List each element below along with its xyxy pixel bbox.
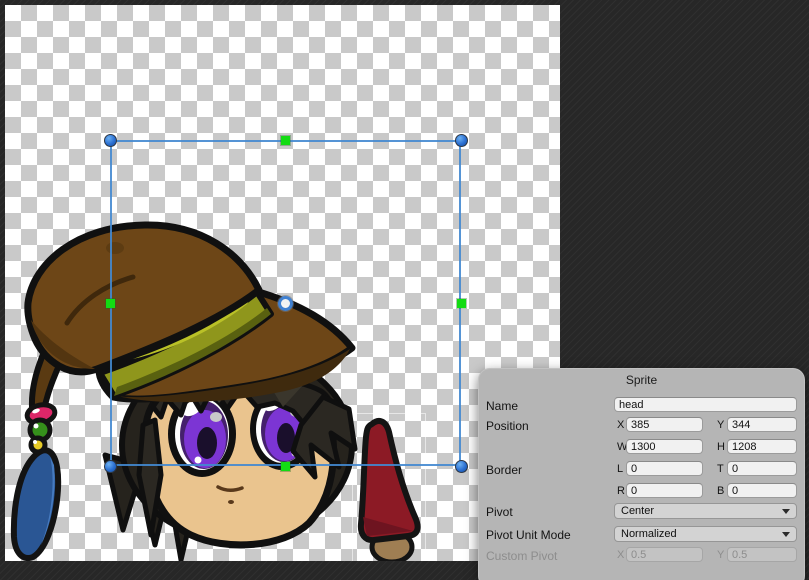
pivot-label: Pivot <box>486 505 513 519</box>
pivot-dropdown[interactable]: Center <box>614 503 797 519</box>
border-r-input[interactable] <box>626 483 703 498</box>
pivot-unit-mode-dropdown[interactable]: Normalized <box>614 526 797 542</box>
position-label: Position <box>486 419 529 433</box>
custom-pivot-x-prefix: X <box>617 549 624 561</box>
name-input[interactable] <box>614 397 797 412</box>
selection-handle-top-left[interactable] <box>104 134 117 147</box>
custom-pivot-y-prefix: Y <box>717 549 724 561</box>
panel-title: Sprite <box>478 373 805 387</box>
border-t-input[interactable] <box>727 461 797 476</box>
sprite-editor-canvas[interactable] <box>5 5 560 561</box>
border-b-prefix: B <box>717 485 724 497</box>
border-row-lt: Border L T <box>478 461 805 478</box>
dropdown-arrow-icon <box>782 532 790 537</box>
position-x-prefix: X <box>617 419 624 431</box>
pivot-dropdown-value: Center <box>621 505 654 517</box>
border-l-prefix: L <box>617 463 623 475</box>
pivot-unit-mode-dropdown-value: Normalized <box>621 528 677 540</box>
unity-sprite-editor-window: { "canvas": { "description": "sprite atl… <box>0 0 809 580</box>
custom-pivot-x-input <box>626 547 703 562</box>
sprite-panel: Sprite Name Position X Y W H Border L T … <box>478 368 805 580</box>
selection-handle-left-mid[interactable] <box>106 299 115 308</box>
border-r-prefix: R <box>617 485 625 497</box>
selection-handle-bottom-mid[interactable] <box>281 462 290 471</box>
selection-handle-bottom-left[interactable] <box>104 460 117 473</box>
name-label: Name <box>486 399 518 413</box>
dropdown-arrow-icon <box>782 509 790 514</box>
position-w-input[interactable] <box>626 439 703 454</box>
position-h-input[interactable] <box>727 439 797 454</box>
pivot-handle[interactable] <box>278 296 293 311</box>
selection-handle-top-right[interactable] <box>455 134 468 147</box>
position-y-input[interactable] <box>727 417 797 432</box>
feather-and-beads <box>14 402 58 558</box>
border-t-prefix: T <box>717 463 724 475</box>
selection-handle-top-mid[interactable] <box>281 136 290 145</box>
border-l-input[interactable] <box>626 461 703 476</box>
position-row-wh: W H <box>478 439 805 456</box>
custom-pivot-label: Custom Pivot <box>486 549 557 563</box>
position-row-xy: Position X Y <box>478 417 805 434</box>
selection-handle-right-mid[interactable] <box>457 299 466 308</box>
position-x-input[interactable] <box>626 417 703 432</box>
custom-pivot-row: Custom Pivot X Y <box>478 547 805 564</box>
position-y-prefix: Y <box>717 419 724 431</box>
custom-pivot-y-input <box>727 547 797 562</box>
name-row: Name <box>478 397 805 414</box>
pivot-row: Pivot Center <box>478 503 805 520</box>
selection-handle-bottom-right[interactable] <box>455 460 468 473</box>
border-b-input[interactable] <box>727 483 797 498</box>
border-row-rb: R B <box>478 483 805 500</box>
position-h-prefix: H <box>717 441 725 453</box>
pivot-unit-mode-row: Pivot Unit Mode Normalized <box>478 526 805 543</box>
border-label: Border <box>486 463 522 477</box>
pivot-unit-mode-label: Pivot Unit Mode <box>486 528 571 542</box>
